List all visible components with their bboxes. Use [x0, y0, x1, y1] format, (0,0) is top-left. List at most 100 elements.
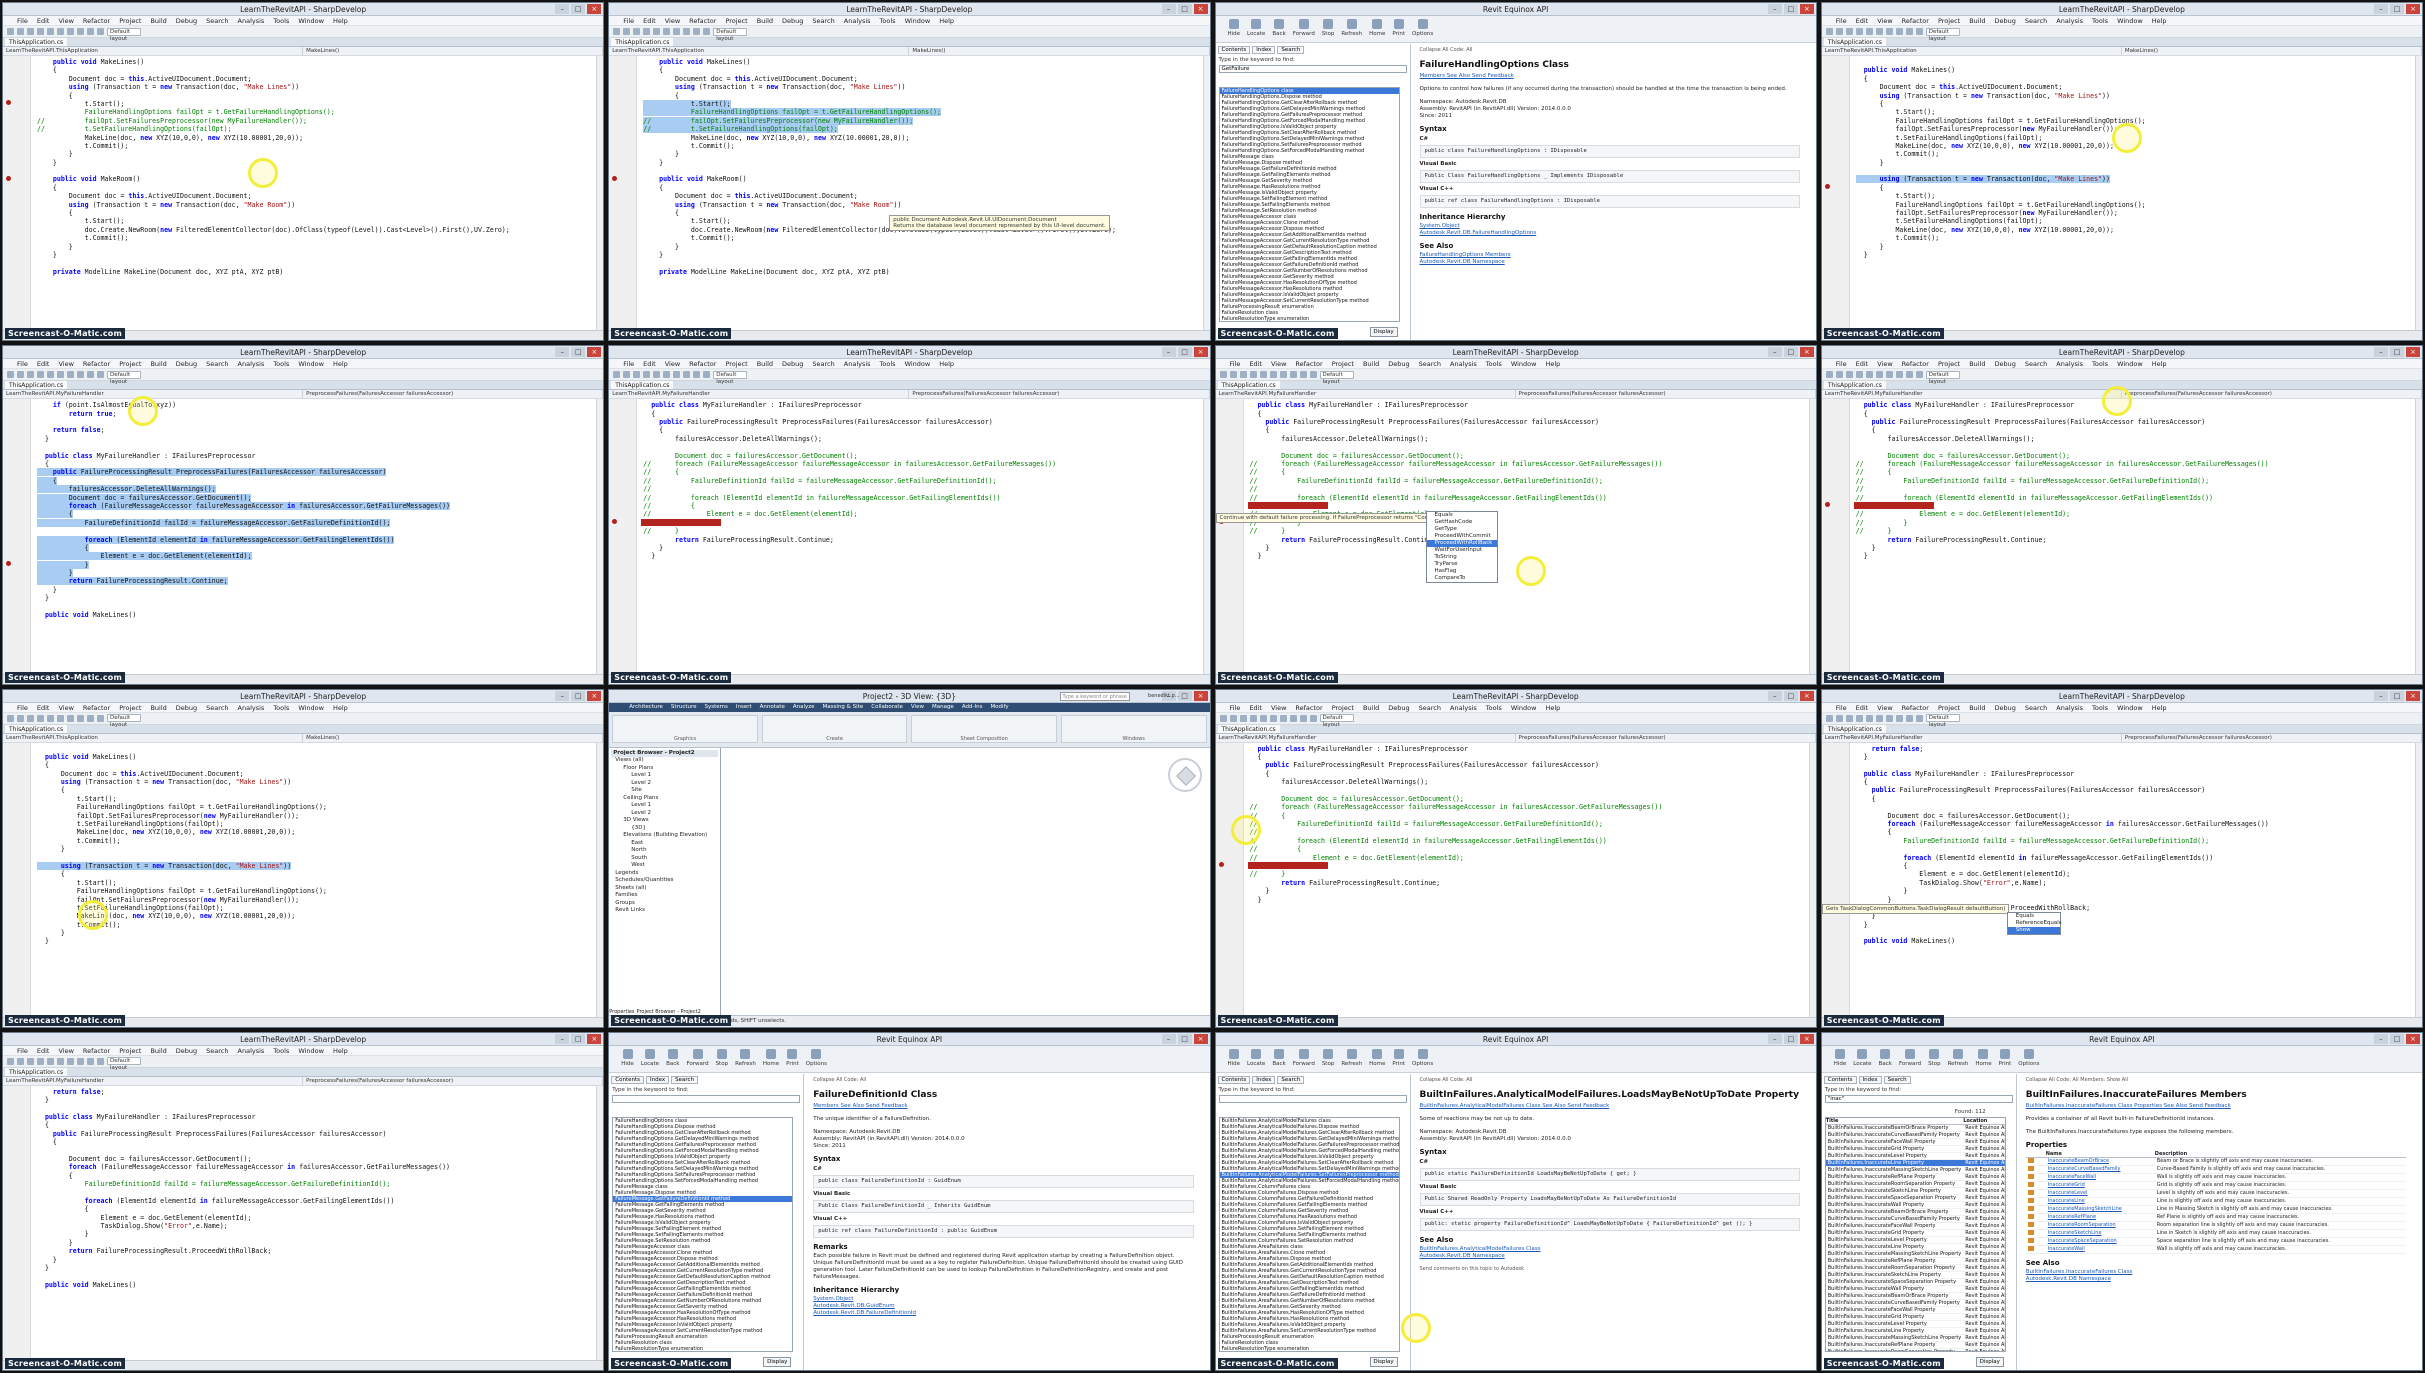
menu-tools[interactable]: Tools [2092, 16, 2108, 25]
code-area[interactable]: 138 if (point.IsAlmostEqualTo(xyz))139 r… [31, 399, 603, 673]
menu-tools[interactable]: Tools [273, 16, 289, 25]
file-tab[interactable]: ThisApplication.cs [1823, 381, 1886, 390]
file-tab[interactable]: ThisApplication.cs [5, 1067, 68, 1076]
help-tab-index[interactable]: Index [1858, 1075, 1882, 1084]
toolbar-icon[interactable] [1845, 714, 1853, 722]
minimize-button[interactable]: – [1161, 4, 1176, 14]
file-tab[interactable]: ThisApplication.cs [611, 38, 674, 46]
code-editor[interactable]: 160161 public void MakeLines()162 {163 D… [3, 742, 603, 1017]
toolbar-icon[interactable] [703, 371, 711, 379]
help-index-item[interactable]: BuiltInFailures.AnalyticalModelFailures.… [1220, 1160, 1399, 1166]
toolbar-icon[interactable] [47, 1057, 54, 1065]
maximize-button[interactable]: □ [571, 4, 586, 14]
vertical-scrollbar[interactable] [596, 742, 604, 1017]
menu-search[interactable]: Search [2025, 703, 2047, 712]
toolbar-icon[interactable] [1895, 28, 1903, 35]
result-row[interactable]: BuiltInFailures.InaccurateLevel Property… [1825, 1236, 2005, 1244]
code-area[interactable]: 139 public class MyFailureHandler : IFai… [1850, 399, 2422, 673]
layout-combo[interactable]: Default layout [713, 370, 748, 385]
completion-item[interactable]: HasFlag [1427, 568, 1497, 575]
menu-file[interactable]: File [1836, 359, 1847, 368]
help-tab-search[interactable]: Search [1277, 1075, 1305, 1084]
toolbar-icon[interactable] [1875, 371, 1883, 379]
menu-build[interactable]: Build [1969, 359, 1985, 368]
property-name-link[interactable]: InaccurateWall [2045, 1245, 2155, 1254]
help-toolbar-button[interactable]: Home [763, 1048, 779, 1069]
help-toolbar-button[interactable]: Forward [1293, 1048, 1315, 1069]
see-also-link[interactable]: Autodesk.Revit.DB Namespace [1420, 259, 1800, 266]
help-tab-search[interactable]: Search [1277, 46, 1305, 54]
inheritance-item[interactable]: Autodesk.Revit.DB.FailureHandlingOptions [1420, 230, 1800, 237]
help-tab-search[interactable]: Search [671, 1075, 699, 1084]
menu-help[interactable]: Help [333, 16, 348, 25]
toolbar-icon[interactable] [1865, 371, 1873, 379]
toolbar-icon[interactable] [97, 28, 104, 35]
help-toolbar-button[interactable]: Options [2018, 1048, 2040, 1069]
menu-window[interactable]: Window [2117, 703, 2143, 712]
menu-edit[interactable]: Edit [1856, 16, 1869, 25]
completion-item[interactable]: TryParse [1427, 561, 1497, 568]
help-index-item[interactable]: BuiltInFailures.AnalyticalModelFailures.… [1220, 1154, 1399, 1160]
browser-item[interactable]: Schedules/Quantities [611, 877, 718, 885]
see-also-link[interactable]: Autodesk.Revit.DB Namespace [1420, 1253, 1800, 1260]
toolbar-icon[interactable] [623, 371, 631, 379]
toolbar-icon[interactable] [673, 28, 681, 35]
display-button[interactable]: Display [1369, 327, 1398, 338]
menu-tools[interactable]: Tools [1486, 703, 1502, 712]
toolbar-icon[interactable] [17, 28, 24, 35]
menu-tools[interactable]: Tools [880, 16, 896, 25]
ribbon-tab[interactable]: Analyze [793, 703, 815, 712]
help-content-pane[interactable]: Collapse All Code: All FailureDefinitionI… [805, 1074, 1201, 1370]
toolbar-icon[interactable] [67, 371, 74, 379]
class-dropdown[interactable]: LearnTheRevitAPI.MyFailureHandler [3, 390, 304, 399]
toolbar-icon[interactable] [17, 371, 24, 379]
file-tab[interactable]: ThisApplication.cs [1217, 381, 1280, 390]
menu-refactor[interactable]: Refactor [83, 16, 110, 25]
result-row[interactable]: BuiltInFailures.InaccurateRefPlane Prope… [1825, 1173, 2005, 1181]
help-top-links[interactable]: Members See Also Send Feedback [1420, 73, 1800, 80]
minimize-button[interactable]: – [555, 347, 570, 358]
browser-item[interactable]: Sheets (all) [611, 885, 718, 893]
toolbar-icon[interactable] [77, 28, 84, 35]
maximize-button[interactable]: □ [571, 1033, 586, 1044]
help-index-item[interactable]: BuiltInFailures.AnalyticalModelFailures.… [1219, 1171, 1399, 1178]
menu-edit[interactable]: Edit [1856, 359, 1869, 368]
menu-file[interactable]: File [1230, 703, 1241, 712]
toolbar-icon[interactable] [1269, 714, 1277, 722]
menu-search[interactable]: Search [2025, 16, 2047, 25]
close-button[interactable]: × [1799, 347, 1814, 358]
minimize-button[interactable]: – [1767, 4, 1782, 14]
help-content-pane[interactable]: Collapse All Code: All FailureHandlingOpt… [1412, 44, 1808, 340]
member-dropdown[interactable]: PreprocessFailures(FailuresAccessor fail… [2122, 733, 2422, 742]
menu-file[interactable]: File [17, 703, 28, 712]
code-editor[interactable]: 158 public void MakeLines()159 {160 Docu… [609, 56, 1209, 331]
help-toolbar-button[interactable]: Locate [1247, 19, 1265, 39]
help-toolbar-button[interactable]: Stop [1928, 1048, 1941, 1069]
close-button[interactable]: × [1193, 4, 1208, 14]
maximize-button[interactable]: □ [1783, 4, 1798, 14]
menu-window[interactable]: Window [1511, 359, 1537, 368]
code-area[interactable]: 141 return false;142 }143144 public clas… [1850, 743, 2422, 1017]
completion-item[interactable]: Equals [1427, 512, 1497, 519]
menu-project[interactable]: Project [1332, 703, 1354, 712]
menu-window[interactable]: Window [2117, 359, 2143, 368]
menu-project[interactable]: Project [1938, 703, 1960, 712]
ribbon-tab[interactable]: Structure [671, 703, 697, 712]
menu-refactor[interactable]: Refactor [1295, 703, 1322, 712]
code-editor[interactable]: 139 public class MyFailureHandler : IFai… [1215, 399, 1816, 674]
browser-item[interactable]: West [611, 862, 718, 870]
menu-edit[interactable]: Edit [643, 16, 656, 25]
toolbar-icon[interactable] [37, 371, 44, 379]
vertical-scrollbar[interactable] [2415, 399, 2422, 674]
menu-window[interactable]: Window [298, 1046, 324, 1055]
close-button[interactable]: × [587, 4, 602, 14]
toolbar-icon[interactable] [57, 28, 64, 35]
menu-analysis[interactable]: Analysis [1450, 359, 1477, 368]
menu-edit[interactable]: Edit [37, 1046, 50, 1055]
menu-debug[interactable]: Debug [782, 359, 803, 368]
menu-refactor[interactable]: Refactor [1902, 703, 1929, 712]
menu-refactor[interactable]: Refactor [1902, 359, 1929, 368]
result-row[interactable]: BuiltInFailures.InaccurateWall Property R… [1825, 1285, 2005, 1293]
menu-file[interactable]: File [1836, 703, 1847, 712]
help-toolbar-button[interactable]: Home [1975, 1048, 1992, 1069]
